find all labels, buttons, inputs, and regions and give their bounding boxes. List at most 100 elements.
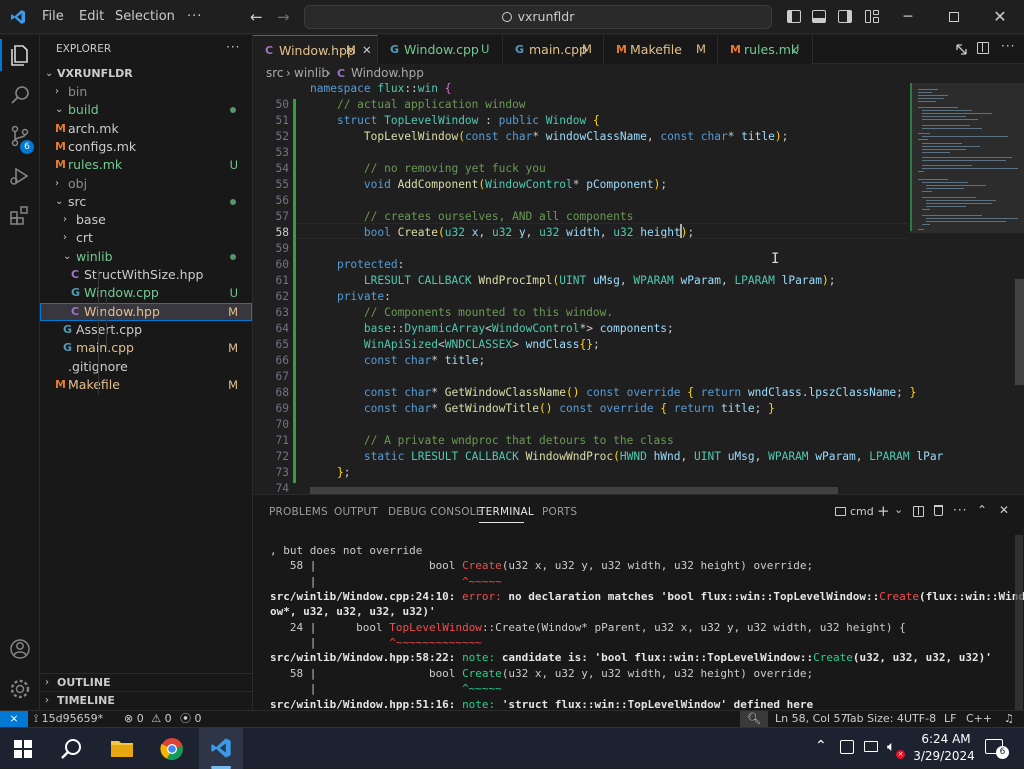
file-item[interactable]: .gitignore: [40, 358, 252, 376]
tray-app-icon[interactable]: [840, 740, 854, 754]
file-item[interactable]: Gmain.cpp M: [40, 339, 252, 357]
folder-item[interactable]: › bin: [40, 83, 252, 101]
notifications-bell-icon[interactable]: ♫: [1004, 711, 1014, 727]
accounts-icon[interactable]: [6, 635, 34, 663]
tab-close-icon[interactable]: ✕: [362, 36, 372, 65]
remote-indicator[interactable]: ⨯: [0, 711, 28, 727]
windows-start-icon[interactable]: [14, 740, 32, 758]
panel-tab-ports[interactable]: PORTS: [542, 503, 577, 521]
folder-item[interactable]: ⌄ winlib: [40, 248, 252, 266]
run-debug-icon[interactable]: [6, 162, 34, 190]
explorer-icon[interactable]: [6, 41, 34, 69]
taskbar-search-icon[interactable]: [60, 737, 84, 761]
code-line: // no removing yet fuck you: [363, 161, 546, 175]
encoding[interactable]: UTF-8: [904, 711, 936, 727]
panel-tab-problems[interactable]: PROBLEMS: [269, 503, 328, 521]
close-panel-icon[interactable]: ✕: [999, 503, 1009, 517]
minimize-button[interactable]: ─: [885, 0, 931, 34]
editor-tabs: C Window.hpp M ✕ G Window.cpp U Gmain.cpp M M Make…: [253, 35, 1024, 65]
tray-chevron-up-icon[interactable]: ⌃: [815, 738, 827, 754]
file-item[interactable]: Mrules.mk U: [40, 156, 252, 174]
chrome-icon[interactable]: [160, 737, 184, 761]
problems-status[interactable]: ⊗ 0 ⚠ 0: [124, 711, 172, 727]
minimap[interactable]: [910, 83, 1024, 494]
folder-item[interactable]: › base: [40, 211, 252, 229]
menu-more-icon[interactable]: ···: [187, 7, 202, 27]
split-terminal-icon[interactable]: [913, 506, 924, 517]
panel-tab-output[interactable]: OUTPUT: [334, 503, 378, 521]
folder-item[interactable]: ⌄ src: [40, 193, 252, 211]
end-of-line[interactable]: LF: [944, 711, 956, 727]
open-changes-icon[interactable]: [955, 43, 968, 56]
file-explorer-icon[interactable]: [110, 738, 134, 758]
new-terminal-icon[interactable]: +: [877, 502, 890, 520]
tab-size[interactable]: Tab Size: 4: [845, 711, 904, 727]
terminal-shell-selector[interactable]: cmd: [835, 503, 874, 521]
panel-more-icon[interactable]: ···: [953, 503, 967, 517]
panel-tab-terminal[interactable]: TERMINAL: [479, 503, 534, 521]
file-item[interactable]: March.mk: [40, 120, 252, 138]
file-item[interactable]: G Assert.cpp: [40, 321, 252, 339]
editor-more-icon[interactable]: ···: [1001, 39, 1015, 53]
file-item[interactable]: G Window.cpp U: [40, 284, 252, 302]
outline-section[interactable]: › OUTLINE: [40, 673, 252, 691]
workspace-root[interactable]: ⌄ VXRUNFLDR: [40, 65, 252, 83]
folder-item[interactable]: › obj: [40, 175, 252, 193]
command-center-search[interactable]: vxrunfldr: [304, 5, 772, 29]
git-branch[interactable]: ⟟ 15d95659*: [34, 711, 103, 727]
customize-layout-icon[interactable]: [865, 10, 879, 23]
file-item[interactable]: C StructWithSize.hpp: [40, 266, 252, 284]
split-editor-icon[interactable]: [977, 42, 989, 54]
search-view-icon[interactable]: [6, 82, 34, 110]
clock-time[interactable]: 6:24 AM: [918, 732, 974, 746]
manage-gear-icon[interactable]: [6, 675, 34, 703]
editor-tab[interactable]: C Window.hpp M ✕: [253, 35, 378, 65]
cursor-position[interactable]: Ln 58, Col 57: [775, 711, 848, 727]
extensions-icon[interactable]: [6, 202, 34, 230]
tree-item-label: rules.mk: [68, 157, 123, 173]
timeline-section[interactable]: › TIMELINE: [40, 691, 252, 709]
terminal-scrollbar[interactable]: [1015, 535, 1023, 710]
file-item[interactable]: C Window.hpp M: [40, 302, 252, 321]
maximize-button[interactable]: [931, 0, 977, 34]
toggle-sidebar-icon[interactable]: [787, 10, 801, 23]
forward-arrow-icon[interactable]: →: [277, 7, 290, 27]
folder-item[interactable]: › crt: [40, 229, 252, 247]
editor-tab[interactable]: Gmain.cpp M: [503, 35, 604, 64]
vertical-scrollbar[interactable]: [1015, 279, 1024, 385]
volume-icon[interactable]: 🔈︎: [887, 739, 895, 755]
editor-tab[interactable]: M Makefile M: [604, 35, 718, 64]
horizontal-scrollbar[interactable]: [310, 487, 838, 494]
panel-tab-debug-console[interactable]: DEBUG CONSOLE: [388, 503, 483, 521]
line-number: 55: [275, 177, 289, 191]
folder-item[interactable]: ⌄ build: [40, 101, 252, 119]
menu-file[interactable]: File: [42, 7, 64, 27]
back-arrow-icon[interactable]: ←: [250, 7, 263, 27]
explorer-more-icon[interactable]: ···: [226, 40, 240, 54]
git-change-dot: [230, 107, 236, 114]
kill-terminal-icon[interactable]: [934, 505, 943, 516]
code-editor[interactable]: namespace flux::win {50 // actual applic…: [253, 83, 1024, 494]
code-line: const char* GetWindowClassName() const o…: [363, 385, 917, 399]
vscode-taskbar-button[interactable]: [199, 728, 243, 769]
breadcrumb-file[interactable]: Window.hpp: [351, 64, 424, 83]
zoom-icon[interactable]: 🔍︎: [740, 711, 768, 727]
ports-status[interactable]: ⦿ 0: [180, 711, 202, 727]
close-window-button[interactable]: ✕: [977, 0, 1023, 34]
file-item[interactable]: Mconfigs.mk: [40, 138, 252, 156]
maximize-panel-icon[interactable]: ⌃: [977, 503, 987, 517]
breadcrumb-src[interactable]: src: [266, 64, 284, 83]
toggle-panel-icon[interactable]: [812, 10, 826, 23]
menu-edit[interactable]: Edit: [79, 7, 104, 27]
network-icon[interactable]: [864, 741, 878, 752]
toggle-secondary-sidebar-icon[interactable]: [838, 10, 852, 23]
clock-date[interactable]: 3/29/2024: [912, 749, 976, 763]
language-mode[interactable]: C++: [966, 711, 992, 727]
battery-warning-icon[interactable]: ×: [896, 750, 905, 759]
file-item[interactable]: M Makefile M: [40, 376, 252, 394]
menu-selection[interactable]: Selection: [115, 7, 175, 27]
breadcrumb-winlib[interactable]: winlib: [294, 64, 329, 83]
chevron-down-icon[interactable]: ⌄: [894, 503, 903, 516]
editor-tab[interactable]: Mrules.mk U: [718, 35, 813, 64]
editor-tab[interactable]: G Window.cpp U: [378, 35, 503, 64]
